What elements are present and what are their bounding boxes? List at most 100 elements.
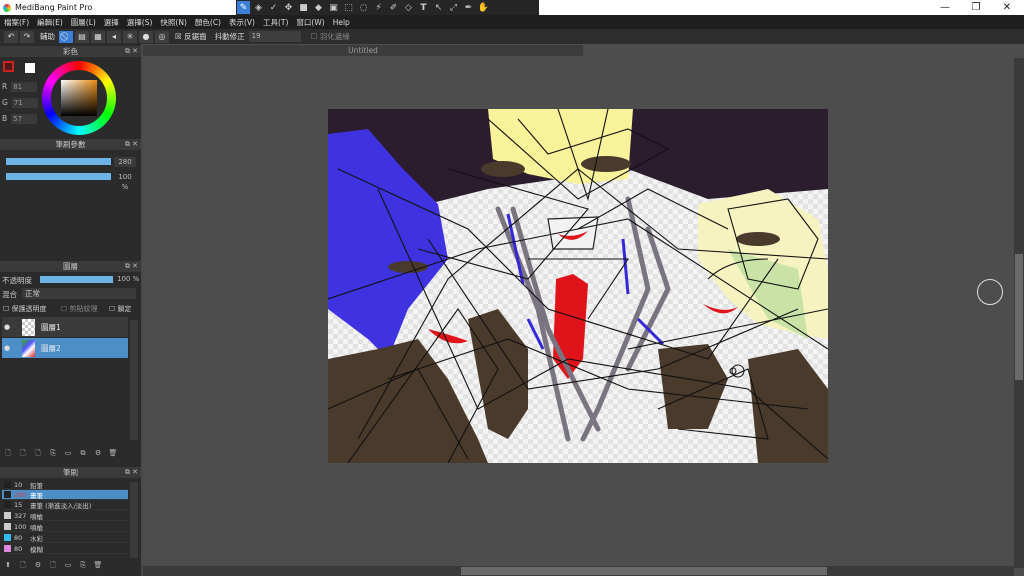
layer-row[interactable]: ● 圖層2 — [2, 338, 128, 358]
menu-color[interactable]: 顏色(C) — [195, 17, 221, 28]
snap-vanish-icon[interactable]: ◂ — [107, 30, 121, 43]
r-input[interactable]: 81 — [11, 82, 38, 92]
layer-opacity-slider[interactable] — [40, 276, 113, 283]
redo-icon[interactable]: ↷ — [20, 30, 34, 43]
lasso-icon[interactable]: ◌ — [357, 1, 370, 14]
brush-item[interactable]: 10 鉛筆 — [2, 480, 128, 490]
snap-off-icon[interactable]: ⃠ — [59, 30, 73, 43]
add-brush-icon[interactable]: ⬆ — [2, 561, 14, 571]
eraser-icon[interactable]: ◈ — [252, 1, 265, 14]
b-input[interactable]: 57 — [11, 114, 38, 124]
select-pen-icon[interactable]: ✐ — [387, 1, 400, 14]
hand-icon[interactable]: ✋ — [477, 1, 490, 14]
brush-opacity-slider[interactable] — [6, 173, 111, 180]
antialias-checkbox[interactable]: ☒ 反鋸齒 — [175, 31, 207, 42]
brush-scrollbar[interactable] — [130, 482, 138, 558]
brush-swatch — [4, 512, 11, 519]
pen-icon[interactable]: ✒ — [462, 1, 475, 14]
maximize-button[interactable]: ❐ — [961, 0, 991, 15]
secondary-color-swatch[interactable] — [25, 63, 35, 73]
brush-item[interactable]: 80 模糊 — [2, 544, 128, 554]
duplicate-layer-icon[interactable]: ⎘ — [47, 449, 59, 459]
layer-name: 圖層2 — [41, 343, 61, 353]
bucket-icon[interactable]: ◆ — [312, 1, 325, 14]
select-icon[interactable]: ✓ — [267, 1, 280, 14]
new-layer-icon[interactable]: 🗋 — [2, 449, 14, 459]
merge-down-icon[interactable]: ⧉ — [77, 449, 89, 459]
menu-file[interactable]: 檔案(F) — [4, 17, 29, 28]
g-input[interactable]: 71 — [11, 98, 38, 108]
brush-size-slider[interactable] — [6, 158, 111, 165]
brush-size-value[interactable]: 280 — [114, 157, 136, 167]
document-tab[interactable]: Untitled — [143, 45, 583, 56]
undo-icon[interactable]: ↶ — [4, 30, 18, 43]
new-8bit-layer-icon[interactable]: 🗋 — [32, 449, 44, 459]
menu-help[interactable]: Help — [333, 18, 350, 27]
brush-settings-icon[interactable]: ⚙ — [32, 561, 44, 571]
snap-cross-icon[interactable]: ▦ — [91, 30, 105, 43]
brush-swatch — [4, 491, 11, 498]
menu-window[interactable]: 窗口(W) — [296, 17, 324, 28]
snap-curve-icon[interactable]: ◎ — [155, 30, 169, 43]
snap-parallel-icon[interactable]: ▤ — [75, 30, 89, 43]
panel-float-close-icon[interactable]: ⧉ ✕ — [125, 139, 138, 150]
delete-brush-icon[interactable]: 🗑 — [92, 561, 104, 571]
fill-rect-icon[interactable]: ■ — [297, 1, 310, 14]
menu-snap[interactable]: 快照(N) — [160, 17, 186, 28]
brush-item[interactable]: 327 噴槍 — [2, 511, 128, 521]
brush-folder-icon[interactable]: ▭ — [62, 561, 74, 571]
wand-icon[interactable]: ⚡ — [372, 1, 385, 14]
move-icon[interactable]: ✥ — [282, 1, 295, 14]
vertical-scroll-thumb[interactable] — [1015, 254, 1023, 380]
visibility-eye-icon[interactable]: ● — [2, 344, 12, 352]
brush-item[interactable]: 15 畫筆 (漸進淡入/淡出) — [2, 500, 128, 510]
panel-float-close-icon[interactable]: ⧉ ✕ — [125, 467, 138, 478]
gradient-icon[interactable]: ▣ — [327, 1, 340, 14]
layer-props-icon[interactable]: ⚙ — [92, 449, 104, 459]
duplicate-brush-icon[interactable]: ⎘ — [77, 561, 89, 571]
horizontal-scrollbar[interactable] — [143, 566, 1014, 576]
minimize-button[interactable]: — — [930, 0, 960, 15]
stabilizer-select[interactable]: 19 — [248, 31, 301, 42]
lock-checkbox[interactable]: ☐ 鎖定 — [109, 304, 132, 314]
saturation-value-square[interactable] — [61, 80, 97, 116]
eyedropper-icon[interactable]: ⤢ — [447, 1, 460, 14]
clipping-checkbox[interactable]: ☐ 剪貼紋理 — [61, 304, 98, 314]
snap-radial-icon[interactable]: ✳ — [123, 30, 137, 43]
new-brush-icon[interactable]: 🗋 — [17, 561, 29, 571]
brush-icon[interactable]: ✎ — [237, 1, 250, 14]
layer-scrollbar[interactable] — [130, 320, 138, 440]
menu-tools[interactable]: 工具(T) — [263, 17, 288, 28]
menu-edit[interactable]: 編輯(E) — [37, 17, 63, 28]
menu-select[interactable]: 選擇(S) — [127, 17, 153, 28]
color-wheel[interactable] — [42, 61, 116, 135]
blend-mode-select[interactable]: 正常 — [22, 288, 136, 299]
folder-icon[interactable]: ▭ — [62, 449, 74, 459]
menu-view[interactable]: 表示(V) — [229, 17, 255, 28]
rect-select-icon[interactable]: ⬚ — [342, 1, 355, 14]
new-halftone-layer-icon[interactable]: 🗋 — [17, 449, 29, 459]
primary-color-swatch[interactable] — [3, 61, 14, 72]
vertical-scrollbar[interactable] — [1014, 58, 1024, 568]
panel-float-close-icon[interactable]: ⧉ ✕ — [125, 46, 138, 57]
feather-checkbox[interactable]: ☐ 羽化邊緣 — [311, 31, 350, 42]
layer-row[interactable]: ● 圖層1 — [2, 317, 128, 337]
menu-select-a[interactable]: 選擇 — [104, 17, 119, 28]
drawing-canvas[interactable] — [328, 109, 828, 463]
import-brush-icon[interactable]: 🗋 — [47, 561, 59, 571]
horizontal-scroll-thumb[interactable] — [461, 567, 827, 575]
operation-icon[interactable]: ↖ — [432, 1, 445, 14]
panel-float-close-icon[interactable]: ⧉ ✕ — [125, 261, 138, 272]
menu-layer[interactable]: 圖層(L) — [71, 17, 96, 28]
delete-layer-icon[interactable]: 🗑 — [107, 449, 119, 459]
visibility-eye-icon[interactable]: ● — [2, 323, 12, 331]
brush-panel-header: 筆刷 ⧉ ✕ — [0, 467, 141, 478]
close-button[interactable]: ✕ — [992, 0, 1022, 15]
select-eraser-icon[interactable]: ◇ — [402, 1, 415, 14]
brush-item[interactable]: 80 水彩 — [2, 533, 128, 543]
protect-alpha-checkbox[interactable]: ☐ 保護透明度 — [3, 304, 47, 314]
brush-item[interactable]: 100 噴槍 — [2, 522, 128, 532]
brush-item[interactable]: 280 畫筆 — [2, 490, 128, 500]
text-icon[interactable]: T — [417, 1, 430, 14]
snap-circle-icon[interactable]: ● — [139, 30, 153, 43]
